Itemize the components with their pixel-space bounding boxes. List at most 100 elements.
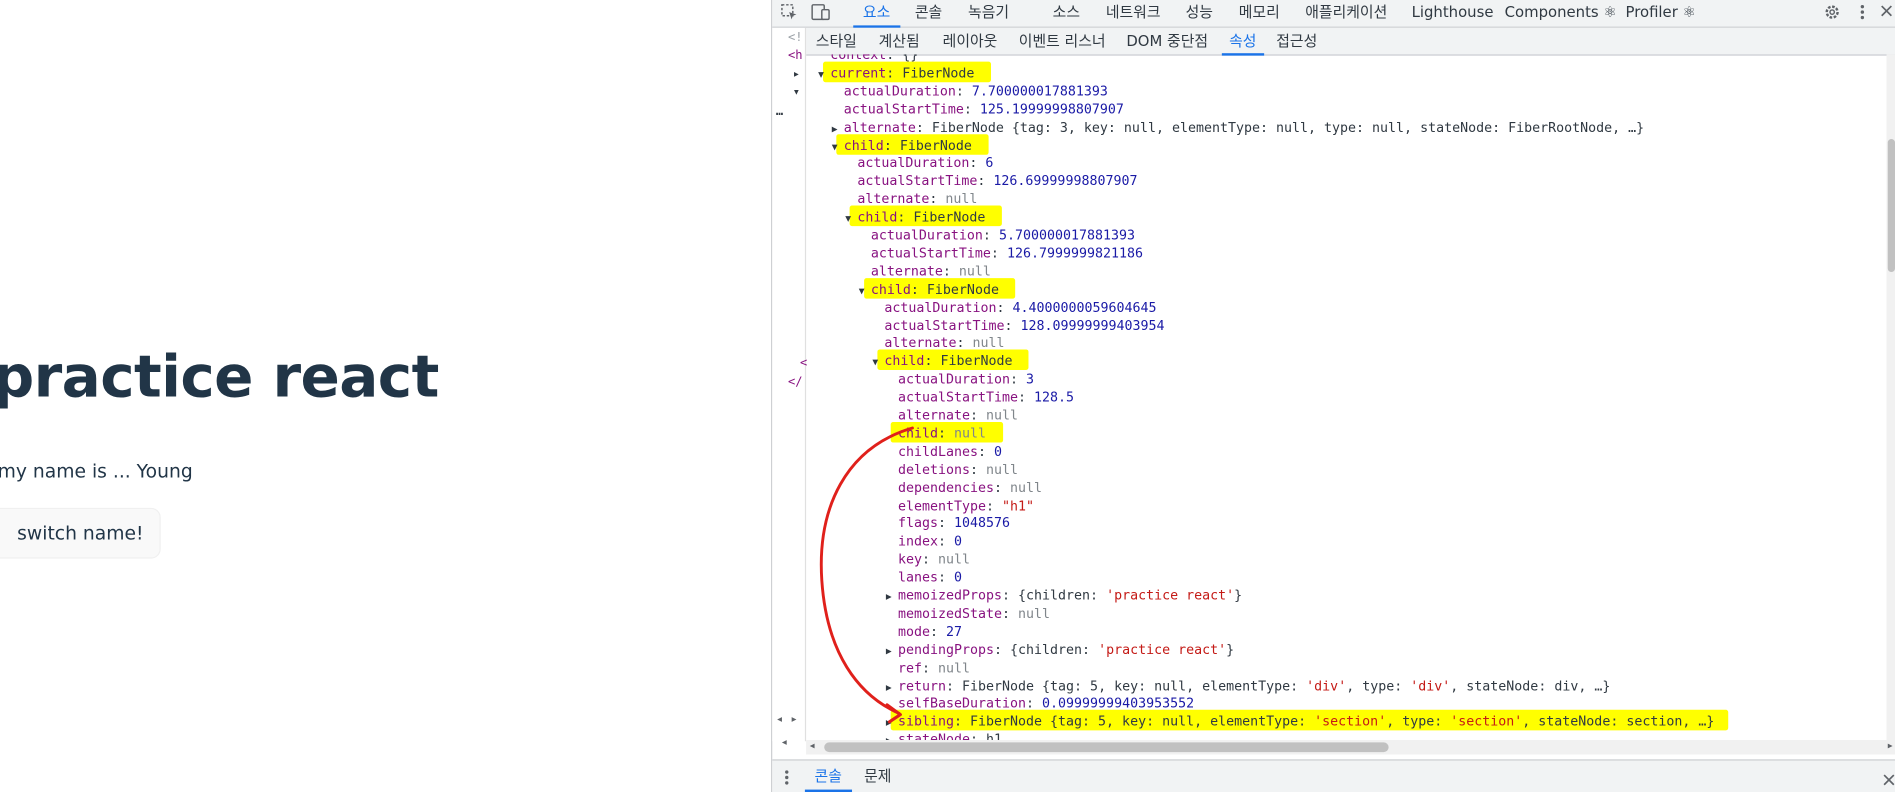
key-separator: : — [937, 515, 954, 532]
ellipsis-icon[interactable]: … — [776, 105, 783, 118]
property-key: actualStartTime — [897, 389, 1019, 406]
property-value: 5.700000017881393 — [998, 227, 1136, 244]
key-separator: : — [942, 263, 959, 280]
key-separator: : — [910, 281, 927, 298]
horizontal-scroll-thumb[interactable] — [824, 742, 1389, 753]
tab-properties[interactable]: 속성 — [1221, 28, 1264, 56]
tree-row-return[interactable]: ▶ return: FiberNode {tag: 5, key: null, e… — [886, 677, 1610, 695]
properties-tree[interactable]: context: {} ▼ current: FiberNode actualDura… — [806, 54, 1894, 740]
gutter-scroll-right-icon[interactable]: ▸ — [792, 713, 797, 724]
expand-triangle-icon[interactable]: ▶ — [886, 588, 898, 606]
close-devtools-icon[interactable] — [1877, 4, 1895, 23]
horizontal-scrollbar[interactable]: ◂ ▸ — [806, 740, 1895, 755]
tab-dom-breakpoints[interactable]: DOM 중단점 — [1126, 28, 1208, 55]
tree-row-memoizedstate: memoizedState: null — [886, 604, 1050, 622]
property-key: elementType — [897, 497, 987, 514]
vertical-scrollbar[interactable] — [1886, 54, 1895, 741]
more-options-icon[interactable] — [1853, 4, 1872, 23]
device-toolbar-icon[interactable] — [811, 4, 830, 23]
tab-components[interactable]: Components ⚛ — [1505, 0, 1617, 27]
tab-console[interactable]: 콘솔 — [915, 0, 942, 27]
tab-network[interactable]: 네트워크 — [1106, 0, 1161, 27]
property-value: null — [937, 551, 971, 568]
tree-row-key: key: null — [886, 550, 970, 568]
tab-lighthouse[interactable]: Lighthouse — [1412, 0, 1494, 27]
tree-row-actualstarttime: actualStartTime: 128.09999999403954 — [872, 316, 1164, 334]
collapse-triangle-icon[interactable]: ▼ — [818, 65, 830, 83]
tab-performance[interactable]: 성능 — [1186, 0, 1213, 27]
property-key: actualStartTime — [857, 173, 978, 189]
tab-sources[interactable]: 소스 — [1053, 0, 1080, 27]
property-key: key — [897, 551, 922, 568]
expand-triangle-icon[interactable]: ▶ — [886, 678, 898, 696]
tab-styles[interactable]: 스타일 — [816, 28, 857, 55]
tree-row-child[interactable]: ▼ child: FiberNode — [872, 352, 1012, 370]
expand-triangle-icon[interactable]: ▸ — [793, 68, 800, 81]
expand-triangle-icon[interactable]: ▶ — [886, 732, 898, 740]
tab-application[interactable]: 애플리케이션 — [1305, 0, 1387, 27]
gutter-scroll-left-icon[interactable]: ◂ — [777, 713, 782, 724]
tab-recorder[interactable]: 녹음기 — [968, 0, 1009, 27]
tab-layout[interactable]: 레이아웃 — [943, 28, 998, 55]
tree-row-ref: ref: null — [886, 659, 970, 677]
key-separator: : — [1018, 389, 1035, 406]
page-heading: practice react — [0, 343, 439, 412]
drawer-tab-issues[interactable]: 문제 — [864, 761, 891, 792]
collapse-triangle-icon[interactable]: ▼ — [872, 353, 884, 371]
tab-elements[interactable]: 요소 — [853, 0, 900, 28]
property-key: ref — [897, 659, 922, 676]
property-value: FiberNode {tag: 5, key: null, elementTyp… — [969, 713, 1715, 730]
property-value: 6 — [985, 155, 994, 171]
tab-computed[interactable]: 계산됨 — [879, 28, 920, 55]
key-separator: : — [883, 137, 900, 153]
collapse-triangle-icon[interactable]: ▼ — [845, 209, 857, 227]
key-separator: : — [945, 677, 963, 694]
tree-row-current[interactable]: ▼ current: FiberNode — [818, 64, 974, 82]
scroll-right-icon[interactable]: ▸ — [1888, 740, 1893, 751]
tree-row-memoizedprops[interactable]: ▶ memoizedProps: {children: 'practice rea… — [886, 586, 1242, 604]
tree-row-child[interactable]: ▼ child: FiberNode — [832, 136, 972, 154]
tab-memory[interactable]: 메모리 — [1239, 0, 1280, 27]
elements-sidebar-tabs: 스타일 계산됨 레이아웃 이벤트 리스너 DOM 중단점 속성 접근성 — [806, 27, 1895, 56]
property-value: 125.19999998807907 — [979, 101, 1124, 117]
collapse-triangle-icon[interactable]: ▼ — [832, 137, 844, 155]
property-key: stateNode — [897, 731, 970, 741]
tree-row-child: child: null — [886, 424, 986, 442]
scroll-left-icon[interactable]: ◂ — [810, 740, 815, 751]
property-value: 3 — [1026, 371, 1035, 388]
devtools-drawer: 콘솔 문제 — [772, 759, 1895, 792]
tree-row-statenode[interactable]: ▶stateNode: h1 — [886, 731, 1002, 740]
inspect-element-icon[interactable] — [780, 4, 799, 23]
tree-row-deletions: deletions: null — [886, 460, 1018, 478]
tree-row-pendingprops[interactable]: ▶ pendingProps: {children: 'practice reac… — [886, 640, 1234, 658]
gutter-scroll-left-icon-2[interactable]: ◂ — [782, 736, 787, 747]
tab-event-listeners[interactable]: 이벤트 리스너 — [1019, 28, 1106, 55]
tree-row-child[interactable]: ▼ child: FiberNode — [859, 280, 999, 298]
vertical-scroll-thumb[interactable] — [1887, 139, 1895, 273]
property-value: "h1" — [1002, 497, 1035, 514]
tree-row-actualstarttime: actualStartTime: 126.7999999821186 — [859, 244, 1143, 262]
property-key: actualDuration — [843, 83, 956, 99]
tree-row-actualduration: actualDuration: 4.4000000059604645 — [872, 298, 1156, 316]
switch-name-button[interactable]: switch name! — [0, 507, 161, 559]
drawer-menu-icon[interactable] — [784, 768, 789, 791]
collapse-triangle-icon[interactable]: ▾ — [793, 86, 800, 99]
settings-gear-icon[interactable] — [1822, 4, 1841, 23]
tree-row-sibling[interactable]: ▶ sibling: FiberNode {tag: 5, key: null, … — [886, 713, 1715, 731]
property-key: actualDuration — [857, 155, 970, 171]
tree-row-child[interactable]: ▼ child: FiberNode — [845, 208, 985, 226]
key-separator: : — [937, 533, 954, 550]
tab-profiler[interactable]: Profiler ⚛ — [1625, 0, 1695, 27]
property-value: 128.09999999403954 — [1020, 317, 1165, 334]
expand-triangle-icon[interactable]: ▶ — [886, 714, 898, 732]
property-key: alternate — [884, 335, 957, 352]
expand-triangle-icon[interactable]: ▶ — [886, 642, 898, 660]
drawer-close-icon[interactable] — [1882, 769, 1895, 792]
property-key: child — [843, 137, 884, 153]
drawer-tab-console[interactable]: 콘솔 — [805, 761, 852, 792]
collapse-triangle-icon[interactable]: ▼ — [859, 281, 871, 299]
key-separator: : — [886, 65, 903, 81]
tab-accessibility[interactable]: 접근성 — [1276, 28, 1317, 55]
property-key: alternate — [897, 407, 970, 424]
property-key: childLanes — [897, 443, 978, 460]
